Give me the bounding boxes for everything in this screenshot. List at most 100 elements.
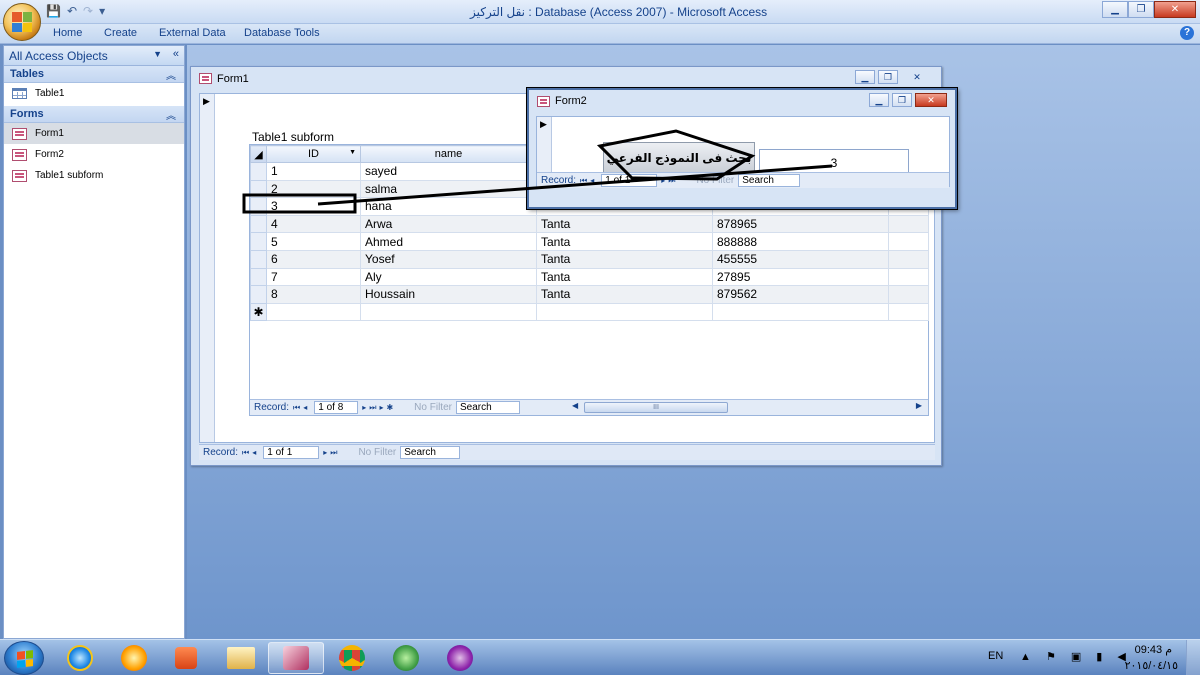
clock-time[interactable]: 09:43 م [1135, 643, 1172, 656]
table-cell[interactable] [360, 302, 537, 322]
table-cell[interactable] [888, 214, 929, 234]
redo-icon[interactable]: ↷ [83, 4, 93, 18]
tab-create[interactable]: Create [104, 27, 137, 39]
tab-database-tools[interactable]: Database Tools [244, 27, 320, 39]
table-cell[interactable] [536, 302, 713, 322]
nav-item-form2[interactable]: Form2 [4, 144, 184, 165]
scroll-right-icon[interactable]: ▶ [916, 401, 922, 410]
table-cell[interactable]: Houssain [360, 285, 537, 304]
record-selector[interactable] [200, 94, 215, 442]
table-cell[interactable]: Arwa [360, 214, 537, 234]
row-selector[interactable] [250, 179, 267, 199]
table-cell[interactable] [712, 302, 889, 322]
minimize-button[interactable]: ▁ [869, 93, 889, 107]
clock-date[interactable]: ٢٠١٥/٠٤/١٥ [1125, 659, 1178, 672]
taskbar-internet-explorer[interactable] [52, 642, 108, 674]
table-cell[interactable]: hana [360, 197, 537, 216]
no-filter-button[interactable]: No Filter [682, 175, 734, 186]
save-icon[interactable]: 💾 [46, 4, 61, 18]
close-button[interactable]: ✕ [1154, 1, 1196, 18]
search-box[interactable]: Search [738, 174, 801, 187]
nav-item-table1[interactable]: Table1 [4, 83, 184, 104]
table-cell[interactable]: 455555 [712, 249, 889, 269]
shutter-bar-close-icon[interactable]: « [173, 48, 179, 60]
table-cell[interactable]: 1 [266, 162, 361, 181]
taskbar-utorrent[interactable] [378, 642, 434, 674]
tray-icons[interactable]: ▲ ⚑ ▣ ▮ ◀ [1020, 650, 1132, 663]
nav-group-forms[interactable]: Forms ︽ [4, 106, 184, 123]
column-header-name[interactable]: name▼ [360, 145, 537, 163]
table-cell[interactable]: Ahmed [360, 232, 537, 251]
start-button[interactable] [4, 641, 44, 675]
next-record-buttons[interactable]: ▸⏭ [323, 448, 340, 458]
table-cell[interactable]: 7 [266, 267, 361, 287]
table-cell[interactable]: 3 [266, 197, 361, 216]
table-cell[interactable]: 8 [266, 285, 361, 304]
next-record-buttons[interactable]: ▸⏭▸✱ [362, 403, 396, 413]
table-row[interactable]: 4 Arwa Tanta 878965 [250, 214, 929, 234]
record-position[interactable]: 1 of 8 [314, 401, 359, 414]
horizontal-scrollbar[interactable]: ◀ III ▶ [572, 400, 922, 415]
row-selector[interactable] [250, 162, 267, 181]
restore-button[interactable]: ❐ [1128, 1, 1154, 18]
table-cell[interactable]: 5 [266, 232, 361, 251]
chevron-down-icon[interactable]: ▼ [349, 149, 356, 156]
table-cell[interactable]: Aly [360, 267, 537, 287]
table-cell[interactable]: 879562 [712, 285, 889, 304]
first-record-button[interactable]: ⏮◂ [293, 403, 310, 413]
table-cell[interactable]: 6 [266, 249, 361, 269]
nav-item-table1-subform[interactable]: Table1 subform [4, 165, 184, 186]
table-cell[interactable]: Tanta [536, 267, 713, 287]
new-record-icon[interactable]: ✱ [250, 302, 267, 322]
taskbar-access[interactable] [268, 642, 324, 674]
no-filter-button[interactable]: No Filter [400, 402, 452, 413]
nav-item-form1[interactable]: Form1 [4, 123, 184, 144]
tab-external-data[interactable]: External Data [159, 27, 226, 39]
row-selector[interactable] [250, 249, 267, 269]
table-cell[interactable]: 27895 [712, 267, 889, 287]
restore-button[interactable]: ❐ [878, 70, 898, 84]
table-cell[interactable]: Tanta [536, 249, 713, 269]
table-cell[interactable]: Tanta [536, 232, 713, 251]
taskbar-media-player[interactable] [158, 642, 214, 674]
scroll-left-icon[interactable]: ◀ [572, 401, 578, 410]
table-cell[interactable]: Tanta [536, 214, 713, 234]
table-cell[interactable]: 878965 [712, 214, 889, 234]
nav-group-tables[interactable]: Tables ︽ [4, 66, 184, 83]
table-cell[interactable] [888, 267, 929, 287]
table-cell[interactable] [266, 302, 361, 322]
undo-icon[interactable]: ↶ [67, 4, 77, 18]
table-cell[interactable] [888, 249, 929, 269]
taskbar-media-app[interactable] [106, 642, 162, 674]
office-button[interactable] [3, 3, 41, 41]
table-row[interactable]: 5 Ahmed Tanta 888888 [250, 232, 929, 251]
select-all-cell[interactable]: ◢ [250, 145, 267, 163]
table-row[interactable]: 7 Aly Tanta 27895 [250, 267, 929, 287]
table-cell[interactable]: sayed [360, 162, 537, 181]
search-subform-button[interactable]: بحث فى النموذج الفرعي [603, 142, 755, 174]
scrollbar-thumb[interactable]: III [584, 402, 728, 413]
tab-home[interactable]: Home [53, 27, 82, 39]
row-selector[interactable] [250, 267, 267, 287]
help-icon[interactable]: ? [1180, 26, 1194, 40]
table-cell[interactable]: 2 [266, 179, 361, 199]
language-indicator[interactable]: EN [988, 650, 1003, 662]
first-record-button[interactable]: ⏮◂ [580, 176, 597, 186]
next-record-buttons[interactable]: ▸⏭ [661, 176, 678, 186]
taskbar-chrome[interactable] [324, 642, 380, 674]
record-position[interactable]: 1 of 1 [263, 446, 320, 459]
search-box[interactable]: Search [400, 446, 461, 459]
table-cell[interactable]: Tanta [536, 285, 713, 304]
table-cell[interactable]: 4 [266, 214, 361, 234]
table-cell[interactable] [888, 285, 929, 304]
new-record-row[interactable]: ✱ [250, 302, 929, 322]
table-cell[interactable]: salma [360, 179, 537, 199]
table-cell[interactable]: Yosef [360, 249, 537, 269]
table-cell[interactable] [888, 302, 929, 322]
chevron-down-icon[interactable]: ▼ [153, 49, 162, 59]
record-position[interactable]: 1 of 1 [601, 174, 658, 187]
no-filter-button[interactable]: No Filter [344, 447, 396, 458]
form2-title-bar[interactable]: Form2 ▁ ❐ ✕ [529, 90, 955, 114]
table-row[interactable]: 6 Yosef Tanta 455555 [250, 249, 929, 269]
table-cell[interactable] [888, 232, 929, 251]
